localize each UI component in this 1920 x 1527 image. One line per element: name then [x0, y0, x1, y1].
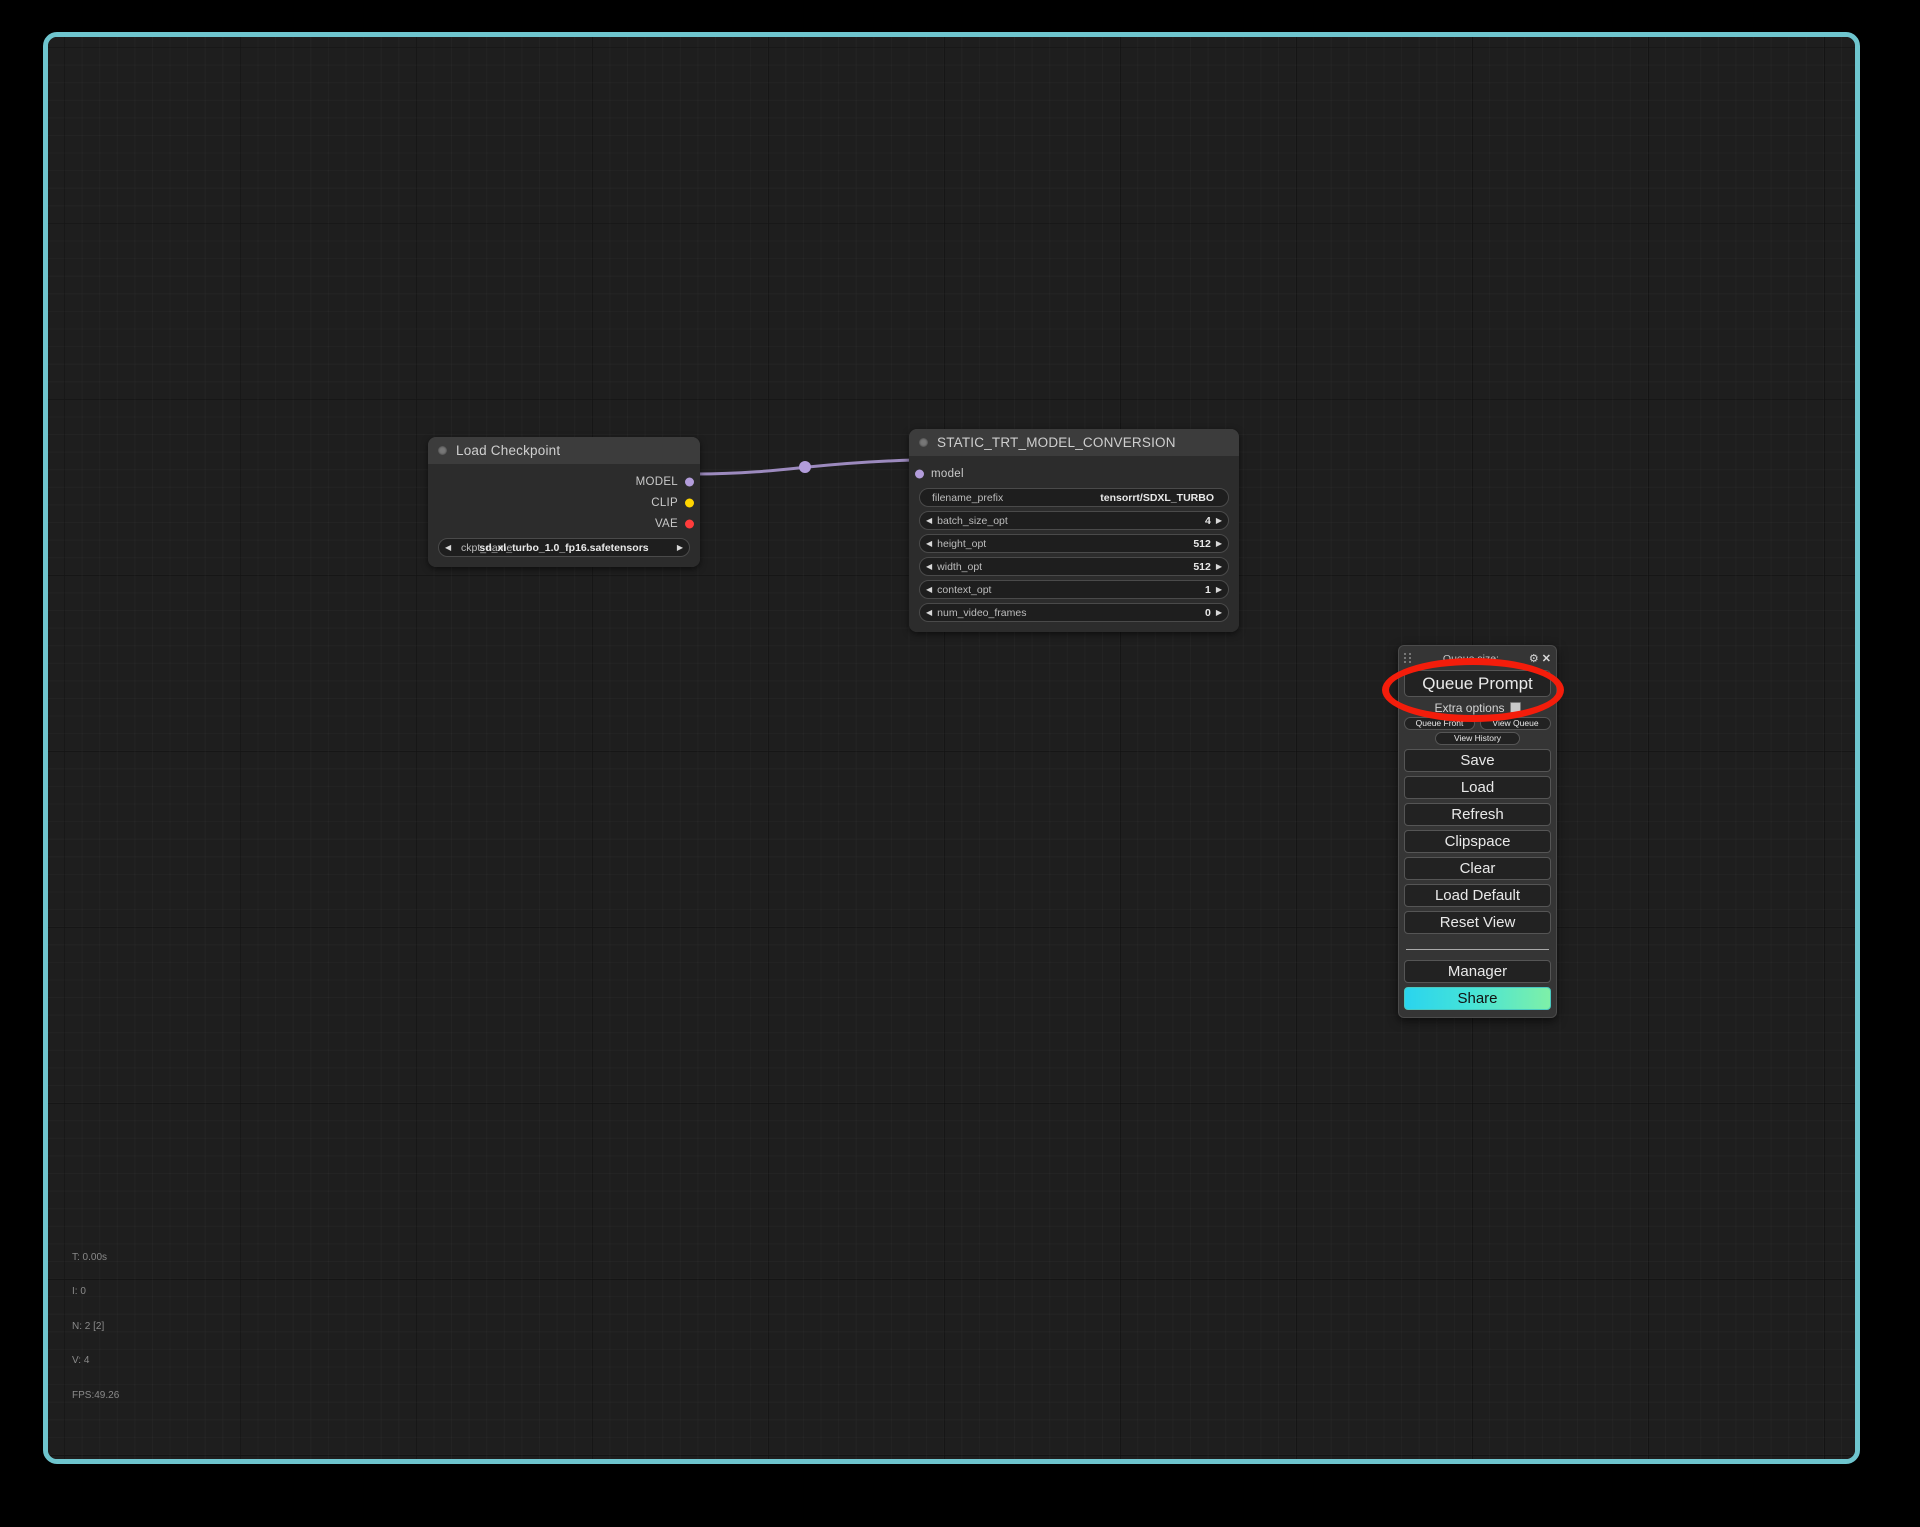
- output-slot-label: CLIP: [651, 497, 678, 509]
- extra-options-label: Extra options: [1434, 701, 1504, 715]
- widget-label: filename_prefix: [926, 492, 1003, 504]
- output-pin-clip[interactable]: [685, 498, 694, 507]
- widget-label: num_video_frames: [937, 607, 1026, 619]
- canvas-stats-overlay: T: 0.00s I: 0 N: 2 [2] V: 4 FPS:49.26: [72, 1229, 119, 1425]
- node-body: MODEL CLIP VAE ◀ ckpt_name sd_xl_turbo_1…: [428, 465, 700, 567]
- clear-button[interactable]: Clear: [1404, 857, 1551, 880]
- widget-value: 1: [1205, 584, 1211, 596]
- stat-fps: FPS:49.26: [72, 1390, 119, 1402]
- stat-nodes: N: 2 [2]: [72, 1321, 119, 1333]
- decrement-arrow-icon[interactable]: ◀: [926, 540, 932, 548]
- output-slot-vae[interactable]: VAE: [428, 513, 700, 534]
- menu-divider: [1406, 949, 1549, 950]
- increment-arrow-icon[interactable]: ▶: [1216, 609, 1222, 617]
- decrement-arrow-icon[interactable]: ◀: [926, 563, 932, 571]
- drag-handle-icon[interactable]: [1404, 653, 1412, 664]
- extra-options-checkbox[interactable]: [1510, 702, 1521, 713]
- input-slot-model[interactable]: model: [909, 463, 1239, 484]
- clipspace-button[interactable]: Clipspace: [1404, 830, 1551, 853]
- view-queue-button[interactable]: View Queue: [1480, 717, 1551, 730]
- menu-header[interactable]: Queue size: ⚙ ✕: [1404, 650, 1551, 667]
- reset-view-button[interactable]: Reset View: [1404, 911, 1551, 934]
- stat-time: T: 0.00s: [72, 1252, 119, 1264]
- widget-filename-prefix[interactable]: filename_prefix tensorrt/SDXL_TURBO: [919, 488, 1229, 507]
- stat-iterations: I: 0: [72, 1286, 119, 1298]
- node-static-trt-model-conversion[interactable]: STATIC_TRT_MODEL_CONVERSION model filena…: [909, 429, 1239, 632]
- view-history-button[interactable]: View History: [1435, 732, 1520, 745]
- comfy-menu-panel[interactable]: Queue size: ⚙ ✕ Queue Prompt Extra optio…: [1398, 645, 1557, 1018]
- widget-value: sd_xl_turbo_1.0_fp16.safetensors: [479, 542, 648, 554]
- widget-value: tensorrt/SDXL_TURBO: [1100, 492, 1222, 504]
- widget-label: height_opt: [937, 538, 986, 550]
- decrement-arrow-icon[interactable]: ◀: [926, 517, 932, 525]
- refresh-button[interactable]: Refresh: [1404, 803, 1551, 826]
- decrement-arrow-icon[interactable]: ◀: [926, 586, 932, 594]
- node-load-checkpoint[interactable]: Load Checkpoint MODEL CLIP VAE ◀ ckpt_na: [428, 437, 700, 567]
- node-header[interactable]: Load Checkpoint: [428, 437, 700, 465]
- increment-arrow-icon[interactable]: ▶: [1216, 517, 1222, 525]
- node-title: Load Checkpoint: [456, 443, 560, 458]
- output-slot-clip[interactable]: CLIP: [428, 492, 700, 513]
- output-slot-label: VAE: [655, 518, 678, 530]
- decrement-arrow-icon[interactable]: ◀: [445, 544, 451, 552]
- widget-value: 512: [1193, 538, 1211, 550]
- input-pin-model[interactable]: [915, 469, 924, 478]
- node-title: STATIC_TRT_MODEL_CONVERSION: [937, 435, 1176, 450]
- node-body: model filename_prefix tensorrt/SDXL_TURB…: [909, 457, 1239, 632]
- output-pin-vae[interactable]: [685, 519, 694, 528]
- screenshot-root: Load Checkpoint MODEL CLIP VAE ◀ ckpt_na: [0, 0, 1920, 1527]
- queue-size-label: Queue size:: [1416, 653, 1526, 665]
- node-collapse-dot-icon[interactable]: [438, 446, 447, 455]
- decrement-arrow-icon[interactable]: ◀: [926, 609, 932, 617]
- save-button[interactable]: Save: [1404, 749, 1551, 772]
- load-default-button[interactable]: Load Default: [1404, 884, 1551, 907]
- manager-button[interactable]: Manager: [1404, 960, 1551, 983]
- stat-vertices: V: 4: [72, 1355, 119, 1367]
- widget-ckpt-name[interactable]: ◀ ckpt_name sd_xl_turbo_1.0_fp16.safeten…: [438, 538, 690, 557]
- widget-label: context_opt: [937, 584, 991, 596]
- input-slot-label: model: [931, 468, 964, 480]
- extra-options-row[interactable]: Extra options: [1404, 699, 1551, 716]
- load-button[interactable]: Load: [1404, 776, 1551, 799]
- queue-actions-row: Queue Front View Queue: [1404, 717, 1551, 730]
- increment-arrow-icon[interactable]: ▶: [1216, 540, 1222, 548]
- queue-prompt-button[interactable]: Queue Prompt: [1404, 670, 1551, 697]
- widget-num-video-frames[interactable]: ◀ num_video_frames 0 ▶: [919, 603, 1229, 622]
- graph-canvas[interactable]: Load Checkpoint MODEL CLIP VAE ◀ ckpt_na: [43, 32, 1860, 1464]
- widget-value: 0: [1205, 607, 1211, 619]
- output-slot-model[interactable]: MODEL: [428, 471, 700, 492]
- increment-arrow-icon[interactable]: ▶: [1216, 586, 1222, 594]
- close-icon[interactable]: ✕: [1542, 652, 1551, 665]
- widget-width-opt[interactable]: ◀ width_opt 512 ▶: [919, 557, 1229, 576]
- widget-batch-size-opt[interactable]: ◀ batch_size_opt 4 ▶: [919, 511, 1229, 530]
- output-slot-label: MODEL: [636, 476, 678, 488]
- queue-front-button[interactable]: Queue Front: [1404, 717, 1475, 730]
- increment-arrow-icon[interactable]: ▶: [677, 544, 683, 552]
- widget-label: batch_size_opt: [937, 515, 1008, 527]
- node-header[interactable]: STATIC_TRT_MODEL_CONVERSION: [909, 429, 1239, 457]
- increment-arrow-icon[interactable]: ▶: [1216, 563, 1222, 571]
- widget-value: 512: [1193, 561, 1211, 573]
- widget-value: 4: [1205, 515, 1211, 527]
- node-collapse-dot-icon[interactable]: [919, 438, 928, 447]
- widget-height-opt[interactable]: ◀ height_opt 512 ▶: [919, 534, 1229, 553]
- gear-icon[interactable]: ⚙: [1529, 652, 1539, 665]
- widget-context-opt[interactable]: ◀ context_opt 1 ▶: [919, 580, 1229, 599]
- canvas-grid: [48, 37, 1855, 1459]
- output-pin-model[interactable]: [685, 477, 694, 486]
- share-button[interactable]: Share: [1404, 987, 1551, 1010]
- widget-label: width_opt: [937, 561, 982, 573]
